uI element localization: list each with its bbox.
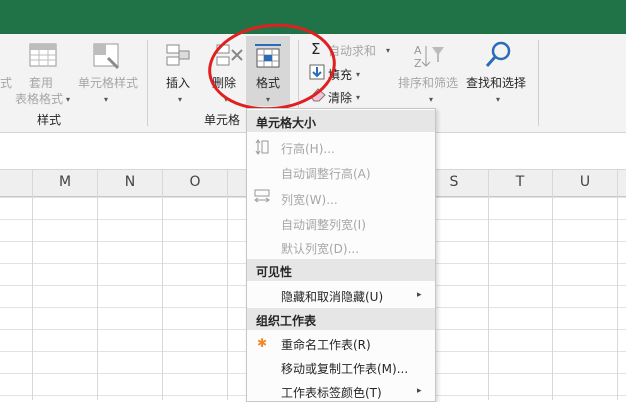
group-divider (538, 40, 539, 126)
chevron-down-icon: ▾ (178, 95, 183, 104)
insert-button[interactable]: 插入 (166, 74, 190, 91)
svg-text:A: A (414, 44, 422, 57)
column-header-n[interactable]: N (120, 174, 140, 190)
submenu-arrow-icon: ▸ (417, 386, 422, 396)
menu-item-default-width[interactable]: 默认列宽(D)... (281, 240, 359, 257)
menu-item-autofit-column[interactable]: 自动调整列宽(I) (281, 216, 366, 233)
group-divider (147, 40, 148, 126)
grid-column-line (97, 170, 98, 400)
insert-cells-icon (166, 44, 190, 66)
menu-section-header: 可见性 (247, 259, 435, 281)
table-format-button-line1[interactable]: 套用 (29, 74, 53, 91)
column-width-icon (254, 189, 270, 203)
grid-column-line (227, 170, 228, 400)
sort-filter-button[interactable]: 排序和筛选 (398, 74, 458, 91)
format-dropdown-menu: 单元格大小 行高(H)... 自动调整行高(A) 列宽(W)... 自动调整列宽… (246, 108, 436, 402)
clear-button[interactable]: 清除 (328, 89, 352, 106)
column-header-o[interactable]: O (185, 174, 205, 190)
cell-styles-button[interactable]: 单元格样式 (78, 74, 138, 91)
grid-column-line (552, 170, 553, 400)
ribbon-partial-label: 式 (0, 76, 13, 90)
chevron-down-icon: ▾ (356, 93, 361, 102)
menu-item-rename-sheet[interactable]: 重命名工作表(R) (281, 336, 371, 353)
grid-column-line (162, 170, 163, 400)
styles-group-label: 样式 (37, 113, 62, 127)
rename-sheet-icon: ✱ (257, 336, 268, 350)
menu-section-header: 单元格大小 (247, 110, 435, 132)
menu-item-tab-color[interactable]: 工作表标签颜色(T) (281, 384, 382, 401)
cell-styles-icon (93, 43, 120, 70)
chevron-down-icon: ▾ (356, 70, 361, 79)
grid-column-line (617, 170, 618, 400)
column-header-m[interactable]: M (55, 174, 75, 190)
svg-text:Z: Z (414, 57, 422, 70)
grid-column-line (32, 170, 33, 400)
column-header-t[interactable]: T (510, 174, 530, 190)
cells-group-label: 单元格 (204, 113, 241, 127)
table-format-button-line2[interactable]: 表格格式 (15, 90, 63, 107)
column-header-s[interactable]: S (444, 174, 464, 190)
chevron-down-icon: ▾ (429, 95, 434, 104)
menu-item-column-width[interactable]: 列宽(W)... (281, 191, 338, 208)
row-height-icon (255, 139, 269, 155)
menu-item-move-copy-sheet[interactable]: 移动或复制工作表(M)... (281, 360, 408, 377)
find-select-button[interactable]: 查找和选择 (466, 74, 526, 91)
chevron-down-icon: ▾ (66, 95, 71, 104)
table-format-icon (29, 43, 57, 67)
chevron-down-icon: ▾ (104, 95, 109, 104)
menu-item-row-height[interactable]: 行高(H)... (281, 140, 335, 157)
sort-filter-icon: A Z (414, 44, 444, 70)
grid-column-line (488, 170, 489, 400)
menu-item-autofit-row[interactable]: 自动调整行高(A) (281, 165, 371, 182)
excel-title-bar (0, 0, 626, 34)
submenu-arrow-icon: ▸ (417, 290, 422, 300)
magnifier-icon (485, 41, 511, 67)
menu-section-header: 组织工作表 (247, 308, 435, 330)
chevron-down-icon: ▾ (386, 46, 391, 55)
column-header-u[interactable]: U (575, 174, 595, 190)
chevron-down-icon: ▾ (496, 95, 501, 104)
menu-item-hide-unhide[interactable]: 隐藏和取消隐藏(U) (281, 288, 383, 305)
